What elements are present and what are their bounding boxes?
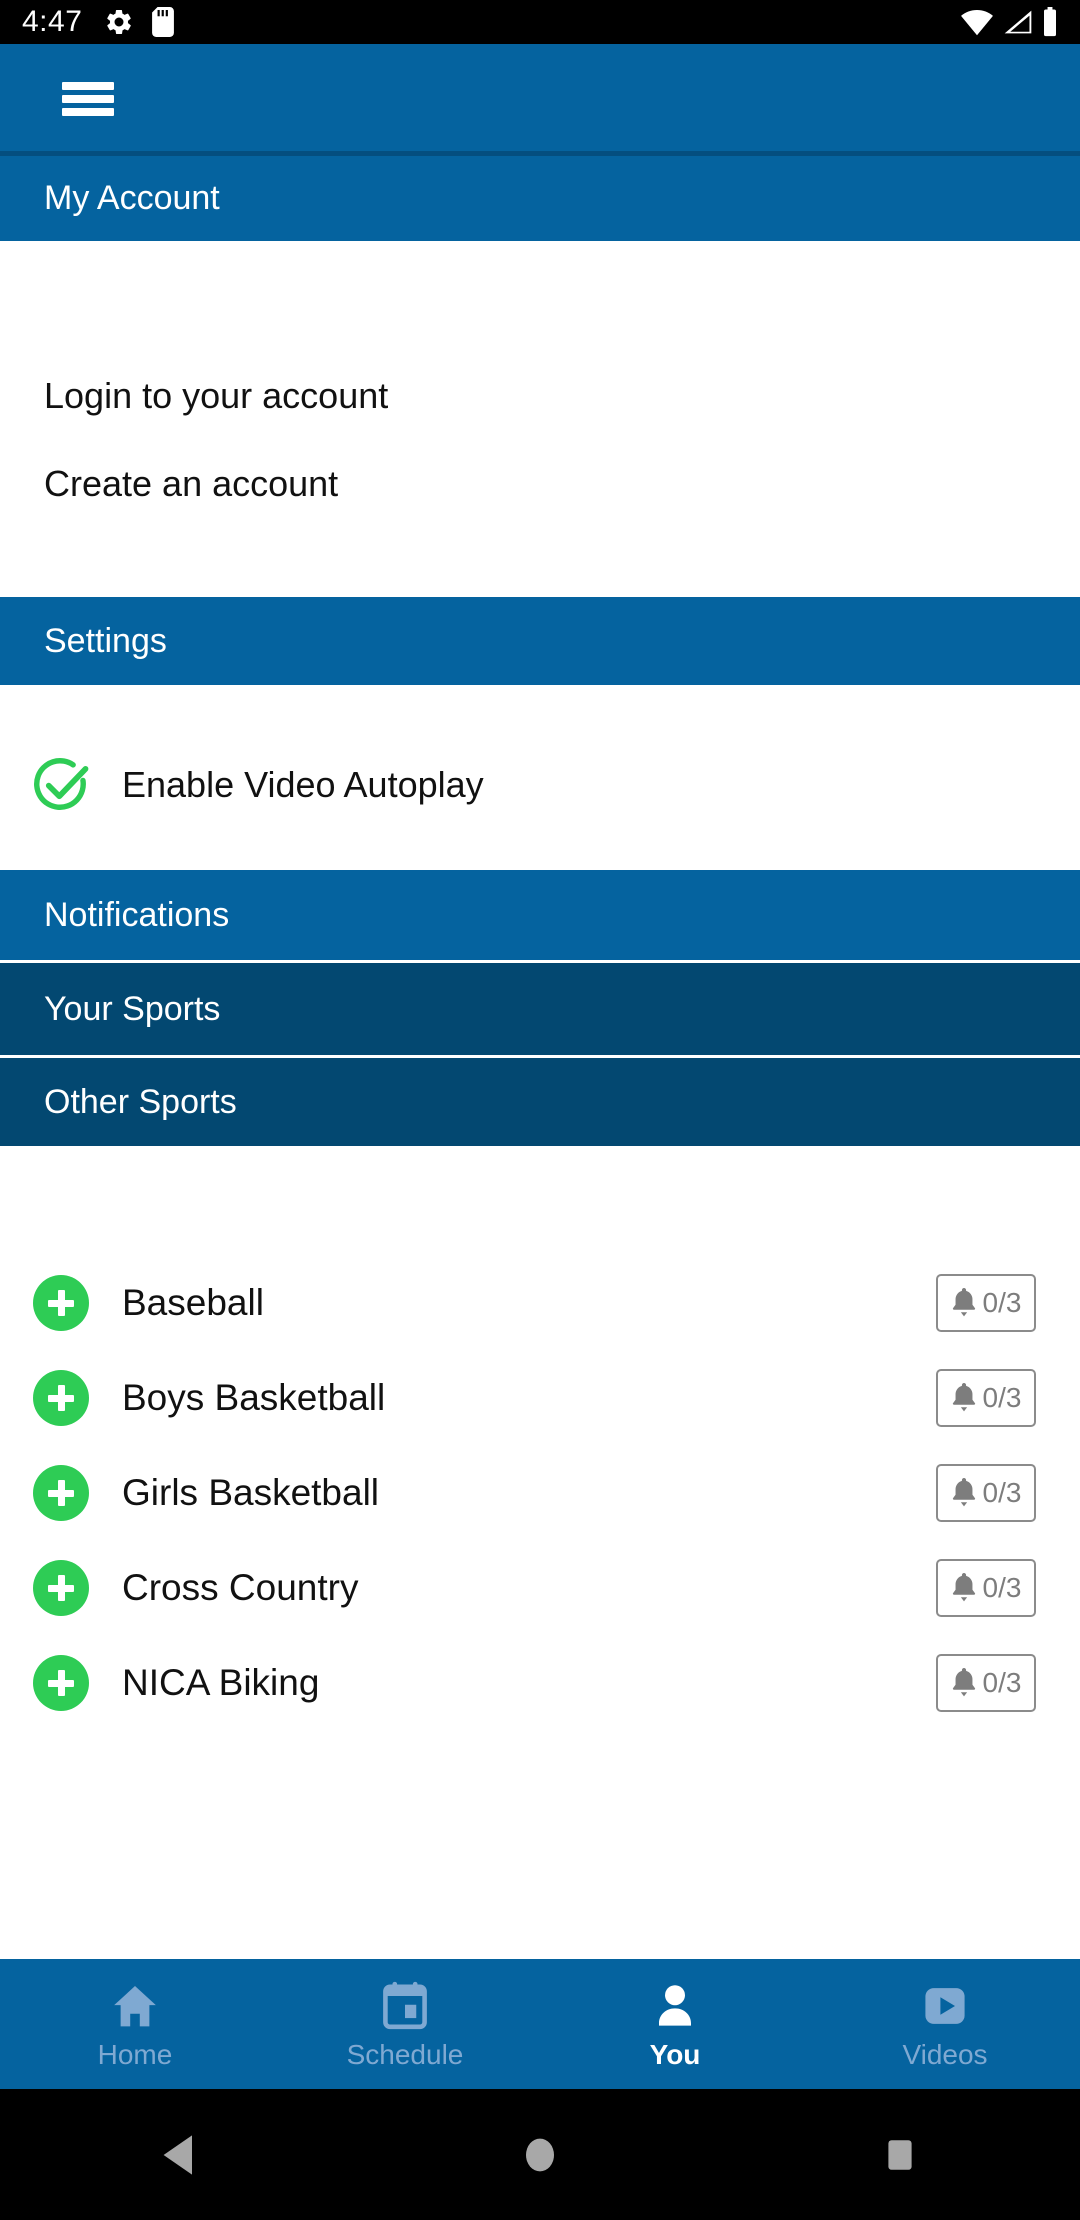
sport-name-label: NICA Biking (122, 1662, 320, 1703)
cell-signal-icon (1002, 8, 1034, 36)
calendar-icon (382, 1979, 428, 2033)
hamburger-bar-1 (62, 82, 114, 90)
sport-name-label: Boys Basketball (122, 1377, 386, 1418)
android-system-nav (0, 2089, 1080, 2220)
sport-name-label: Cross Country (122, 1567, 359, 1608)
enable-video-autoplay-row[interactable]: Enable Video Autoplay (0, 735, 1080, 835)
notification-count: 0/3 (982, 1667, 1022, 1698)
enable-video-autoplay-label: Enable Video Autoplay (122, 764, 484, 805)
app-screen: 4:47 My Account Login to your account Cr… (0, 0, 1080, 2220)
bell-icon (952, 1478, 975, 1507)
section-header-other-sports-label: Other Sports (44, 1082, 237, 1121)
notification-badge[interactable]: 0/3 (936, 1654, 1036, 1712)
notification-badge[interactable]: 0/3 (936, 1274, 1036, 1332)
status-bar: 4:47 (0, 0, 1080, 44)
sport-row-nica-biking[interactable]: NICA Biking 0/3 (0, 1635, 1080, 1731)
play-video-icon (920, 1979, 970, 2033)
bottom-navigation-bar: Home Schedule You Videos (0, 1959, 1080, 2089)
sport-name-label: Baseball (122, 1282, 264, 1323)
section-header-my-account: My Account (0, 156, 1080, 241)
bell-icon (952, 1288, 975, 1317)
section-header-my-account-label: My Account (44, 179, 220, 217)
nav-label-home: Home (97, 2039, 173, 2070)
bell-icon (952, 1383, 975, 1412)
sd-card-icon (152, 7, 175, 37)
nav-item-you[interactable]: You (540, 1959, 810, 2089)
hamburger-menu-icon[interactable] (62, 82, 114, 116)
notification-badge[interactable]: 0/3 (936, 1464, 1036, 1522)
bell-icon (952, 1573, 975, 1602)
notification-badge[interactable]: 0/3 (936, 1369, 1036, 1427)
check-circle-icon[interactable] (0, 754, 122, 816)
hamburger-bar-2 (62, 95, 114, 103)
sport-name-label: Girls Basketball (122, 1472, 380, 1513)
plus-circle-icon[interactable] (0, 1275, 122, 1331)
plus-circle-icon[interactable] (0, 1655, 122, 1711)
nav-item-schedule[interactable]: Schedule (270, 1959, 540, 2089)
sport-row-baseball[interactable]: Baseball 0/3 (0, 1255, 1080, 1351)
nav-label-schedule: Schedule (346, 2039, 464, 2070)
login-to-your-account-row[interactable]: Login to your account (0, 352, 1080, 440)
sport-row-girls-basketball[interactable]: Girls Basketball 0/3 (0, 1445, 1080, 1541)
status-bar-left-icons (104, 7, 175, 37)
nav-item-home[interactable]: Home (0, 1959, 270, 2089)
plus-circle-icon[interactable] (0, 1370, 122, 1426)
section-header-settings-label: Settings (44, 621, 167, 660)
app-bar (0, 44, 1080, 154)
notification-count: 0/3 (982, 1382, 1022, 1413)
hamburger-bar-3 (62, 108, 114, 116)
notification-count: 0/3 (982, 1287, 1022, 1318)
section-header-settings: Settings (0, 597, 1080, 685)
wifi-icon (960, 8, 994, 36)
sport-row-boys-basketball[interactable]: Boys Basketball 0/3 (0, 1350, 1080, 1446)
nav-item-videos[interactable]: Videos (810, 1959, 1080, 2089)
recents-square-icon[interactable] (720, 2133, 1080, 2177)
create-an-account-label: Create an account (44, 463, 339, 504)
section-header-notifications-label: Notifications (44, 895, 230, 934)
nav-label-you: You (649, 2039, 701, 2070)
status-bar-clock: 4:47 (22, 5, 83, 38)
section-header-other-sports[interactable]: Other Sports (0, 1058, 1080, 1146)
login-to-your-account-label: Login to your account (44, 375, 389, 416)
settings-gear-icon (104, 7, 134, 37)
nav-label-videos: Videos (902, 2039, 988, 2070)
home-icon (110, 1979, 160, 2033)
status-bar-right-icons (960, 7, 1058, 37)
bell-icon (952, 1668, 975, 1697)
notification-badge[interactable]: 0/3 (936, 1559, 1036, 1617)
notification-count: 0/3 (982, 1477, 1022, 1508)
section-header-notifications[interactable]: Notifications (0, 870, 1080, 960)
home-circle-icon[interactable] (360, 2133, 720, 2177)
battery-icon (1042, 7, 1058, 37)
section-header-your-sports[interactable]: Your Sports (0, 963, 1080, 1055)
plus-circle-icon[interactable] (0, 1560, 122, 1616)
plus-circle-icon[interactable] (0, 1465, 122, 1521)
back-triangle-icon[interactable] (0, 2133, 360, 2177)
notification-count: 0/3 (982, 1572, 1022, 1603)
section-header-your-sports-label: Your Sports (44, 989, 221, 1028)
sport-row-cross-country[interactable]: Cross Country 0/3 (0, 1540, 1080, 1636)
person-icon (651, 1979, 699, 2033)
create-an-account-row[interactable]: Create an account (0, 440, 1080, 528)
